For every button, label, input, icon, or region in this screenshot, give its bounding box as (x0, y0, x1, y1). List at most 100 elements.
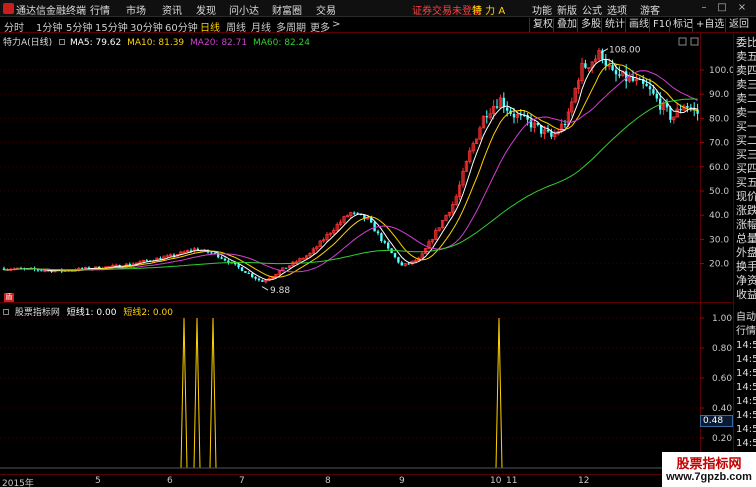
tab-30min[interactable]: 30分钟 (130, 19, 163, 34)
sidebar-field: 买一 (736, 120, 756, 133)
sidebar-field: 换手 (736, 260, 756, 273)
sidebar-field: 买四 (736, 162, 756, 175)
minimize-icon[interactable]: – (699, 2, 709, 13)
tool-stats[interactable]: 统计 (601, 18, 628, 32)
sidebar-field: 卖四 (736, 64, 756, 77)
menu-item-discover[interactable]: 发现 (196, 2, 216, 17)
time-label: 9 (399, 476, 405, 486)
candle-body (261, 280, 264, 282)
tab-15min[interactable]: 15分钟 (95, 19, 128, 34)
tab-daily[interactable]: 日线 (200, 19, 220, 34)
menu-item-ask[interactable]: 问小达 (229, 2, 259, 17)
candle-body (356, 212, 359, 214)
kline-chart[interactable]: 100.0 90.0 80.0 70.0 60.0 50.0 40.0 30.0 20.0 10… (0, 33, 733, 303)
candle-body (652, 89, 655, 94)
candle-body (604, 59, 607, 66)
short-line-1-label: 短线1: 0.00 (66, 308, 117, 318)
menu-formula[interactable]: 公式 (582, 2, 602, 17)
candle-body (625, 71, 628, 82)
tool-add-watchlist[interactable]: +自选 (692, 18, 727, 32)
indicator-tick-label: 0.80 (712, 344, 732, 354)
tab-monthly[interactable]: 月线 (251, 19, 271, 34)
high-price-label: 108.00 (609, 46, 641, 56)
candle-body (645, 83, 648, 87)
candle-body (128, 264, 131, 266)
sidebar-field: 外盘 (736, 246, 756, 259)
more-arrow-icon[interactable]: > (332, 19, 340, 30)
quote-sidebar: 委比 卖五 卖四 卖三 卖二 卖一 买一 买二 买三 买四 买五 现价 涨跌 涨幅 总量 外盘 换手 净资 收益 自… (733, 33, 756, 487)
indicator-tick-label: 0.20 (712, 434, 732, 444)
candle-body (679, 108, 682, 111)
tab-multi-period[interactable]: 多周期 (276, 19, 306, 34)
indicator-toggle-icon[interactable] (3, 309, 9, 315)
sub-legend: 股票指标网 短线1: 0.00 短线2: 0.00 (3, 305, 173, 318)
tab-intraday[interactable]: 分时 (4, 19, 24, 34)
tick-time: 14:56 (736, 424, 756, 435)
legend-toggle-icon[interactable] (59, 39, 66, 45)
price-tick-label: 20.0 (709, 260, 729, 270)
candle-body (257, 278, 261, 281)
candle-body (210, 252, 213, 254)
time-label: 2015年 (2, 479, 34, 487)
candle-body (376, 231, 380, 234)
menu-options[interactable]: 选项 (607, 2, 627, 17)
menu-new-version[interactable]: 新版 (557, 2, 577, 17)
indicator-title[interactable]: 股票指标网 (15, 308, 60, 318)
sidebar-field: 涨幅 (736, 218, 756, 231)
candle-body (563, 124, 567, 126)
menu-item-news[interactable]: 资讯 (162, 2, 182, 17)
candle-body (237, 264, 240, 268)
tool-back[interactable]: 返回 (725, 18, 752, 32)
candle-body (285, 267, 288, 269)
tool-draw[interactable]: 画线 (625, 18, 652, 32)
menu-item-market[interactable]: 市场 (126, 2, 146, 17)
menu-item-trade[interactable]: 交易 (316, 2, 336, 17)
menu-item-wealth[interactable]: 财富圈 (272, 2, 302, 17)
tool-overlay[interactable]: 叠加 (553, 18, 580, 32)
candle-body (655, 93, 658, 99)
tick-time: 14:56 (736, 340, 756, 351)
candle-body (244, 271, 247, 273)
tool-adjust[interactable]: 复权 (529, 18, 556, 32)
candle-body (254, 276, 257, 279)
candle-body (611, 65, 614, 71)
time-label: 7 (239, 476, 245, 486)
candle-body (393, 253, 397, 258)
indicator-chart[interactable]: 1.00 0.80 0.60 0.40 0.20 (0, 303, 733, 474)
candle-body (546, 129, 550, 132)
candle-body (387, 242, 390, 249)
tick-time: 14:56 (736, 438, 756, 449)
menu-item-market-quotes[interactable]: 行情 (90, 2, 110, 17)
tab-more[interactable]: 更多 (310, 19, 330, 34)
sidebar-mode-label[interactable]: 自动 (734, 311, 756, 325)
candle-body (172, 254, 176, 256)
main-legend: 特力A(日线) MA5: 79.62 MA10: 81.39 MA20: 82.… (3, 35, 310, 48)
tab-5min[interactable]: 5分钟 (66, 19, 92, 34)
tick-time: 14:56 (736, 410, 756, 421)
candle-body (247, 272, 250, 274)
tab-60min[interactable]: 60分钟 (165, 19, 198, 34)
sidebar-field: 买五 (736, 176, 756, 189)
close-icon[interactable]: × (737, 2, 747, 13)
ma5-label: MA5: 79.62 (69, 38, 122, 48)
maximize-icon[interactable]: □ (717, 2, 727, 13)
menu-guest[interactable]: 游客 (640, 2, 660, 17)
sidebar-field: 买三 (736, 148, 756, 161)
sidebar-mode-label[interactable]: 行情 (734, 325, 756, 339)
tool-multi-stock[interactable]: 多股 (577, 18, 604, 32)
sidebar-field: 委比 (736, 36, 756, 49)
candle-body (380, 233, 383, 242)
price-tick-label: 70.0 (709, 139, 729, 149)
ma20-label: MA20: 82.71 (190, 38, 248, 48)
menu-function[interactable]: 功能 (532, 2, 552, 17)
candle-body (512, 113, 516, 118)
candle-body (383, 241, 386, 243)
candle-body (495, 106, 499, 108)
time-label: 8 (325, 476, 331, 486)
candle-body (40, 270, 43, 272)
ma60-label: MA60: 82.24 (252, 38, 311, 48)
tab-weekly[interactable]: 周线 (226, 19, 246, 34)
tab-1min[interactable]: 1分钟 (36, 19, 62, 34)
watermark-url: www.7gpzb.com (666, 471, 752, 483)
candle-body (648, 86, 652, 90)
